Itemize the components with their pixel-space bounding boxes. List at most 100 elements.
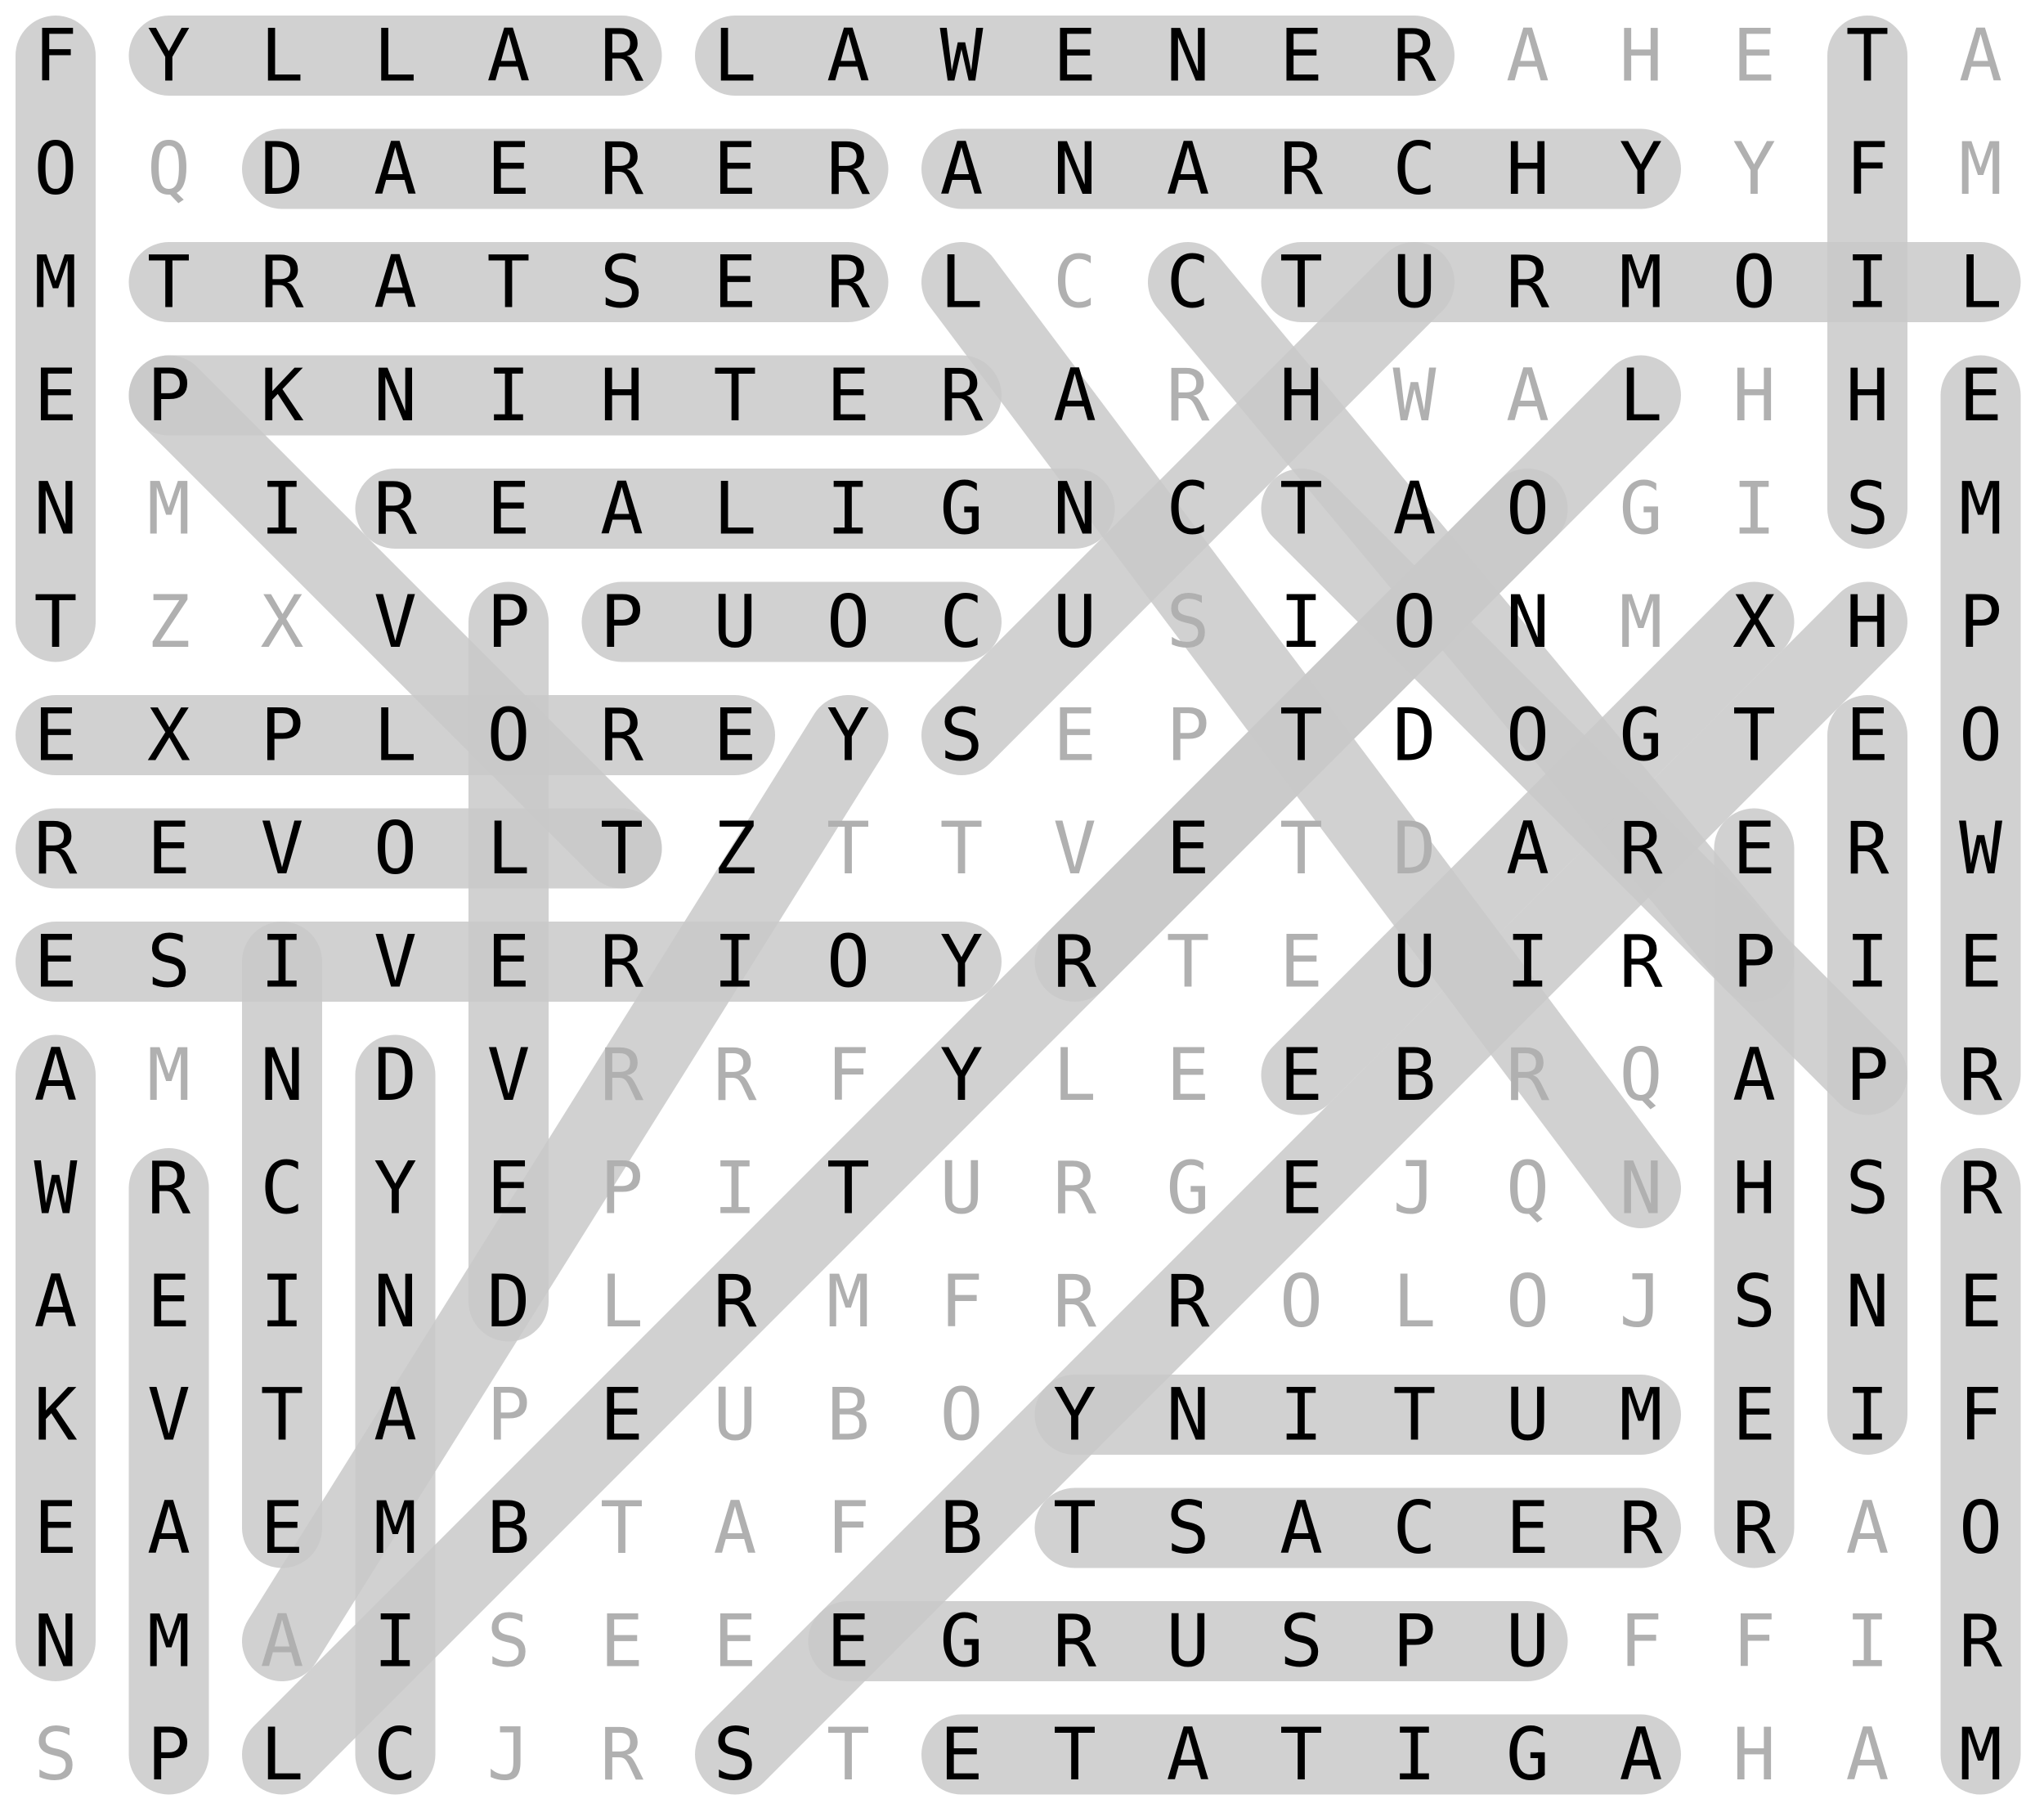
grid-letter-r12-c2: E [147, 1259, 191, 1344]
grid-letter-r15-c18: R [1959, 1599, 2002, 1684]
grid-letter-r13-c7: U [714, 1373, 757, 1457]
grid-letter-r6-c9: C [940, 580, 984, 664]
grid-letter-r8-c10: V [1053, 806, 1096, 891]
grid-letter-r5-c9: G [940, 467, 984, 551]
grid-letter-r3-c4: A [374, 240, 417, 325]
grid-letter-r2-c9: A [940, 127, 984, 211]
grid-letter-r16-c11: A [1167, 1712, 1210, 1797]
grid-letter-r2-c8: R [827, 127, 870, 211]
grid-letter-r1-c12: E [1280, 14, 1323, 98]
grid-letter-r4-c13: W [1393, 353, 1437, 437]
grid-letter-r10-c11: E [1167, 1033, 1210, 1117]
grid-letter-r13-c11: N [1167, 1373, 1210, 1457]
grid-letter-r5-c7: L [714, 467, 757, 551]
grid-letter-r1-c4: L [374, 14, 417, 98]
grid-letter-r6-c4: V [374, 580, 417, 664]
grid-letter-r16-c4: C [374, 1712, 417, 1797]
grid-letter-r7-c8: Y [827, 693, 870, 778]
grid-letter-r4-c12: H [1280, 353, 1323, 437]
grid-letter-r9-c12: E [1280, 920, 1323, 1004]
grid-letter-r9-c3: I [261, 920, 304, 1004]
grid-letter-r11-c1: W [34, 1146, 78, 1231]
grid-letter-r1-c16: E [1732, 14, 1776, 98]
grid-letter-r14-c17: A [1846, 1486, 1889, 1570]
grid-letter-r12-c12: O [1280, 1259, 1323, 1344]
grid-letter-r13-c18: F [1959, 1373, 2002, 1457]
grid-letter-r5-c6: A [600, 467, 643, 551]
grid-letter-r12-c1: A [34, 1259, 78, 1344]
grid-letter-r8-c11: E [1167, 806, 1210, 891]
grid-letter-r8-c15: R [1620, 806, 1663, 891]
grid-letter-r3-c6: S [600, 240, 643, 325]
grid-letter-r6-c14: N [1506, 580, 1549, 664]
grid-letter-r3-c8: R [827, 240, 870, 325]
grid-letter-r7-c14: O [1506, 693, 1549, 778]
grid-letter-r13-c10: Y [1053, 1373, 1096, 1457]
grid-letter-r4-c14: A [1506, 353, 1549, 437]
grid-letter-r11-c5: E [487, 1146, 531, 1231]
grid-letter-r1-c1: F [34, 14, 78, 98]
grid-letter-r2-c17: F [1846, 127, 1889, 211]
grid-letter-r11-c3: C [261, 1146, 304, 1231]
grid-letter-r4-c9: R [940, 353, 984, 437]
grid-letter-r3-c18: L [1959, 240, 2002, 325]
grid-letter-r6-c5: P [487, 580, 531, 664]
grid-letter-r8-c6: T [600, 806, 643, 891]
grid-letter-r15-c1: N [34, 1599, 78, 1684]
grid-letter-r9-c1: E [34, 920, 78, 1004]
grid-letter-r16-c17: A [1846, 1712, 1889, 1797]
grid-letter-r7-c1: E [34, 693, 78, 778]
grid-letter-r14-c14: E [1506, 1486, 1549, 1570]
grid-letter-r14-c2: A [147, 1486, 191, 1570]
grid-letter-r3-c13: U [1393, 240, 1437, 325]
grid-letter-r7-c9: S [940, 693, 984, 778]
grid-letter-r6-c2: Z [147, 580, 191, 664]
grid-letter-r3-c1: M [34, 240, 78, 325]
grid-letter-r6-c15: M [1620, 580, 1663, 664]
grid-letter-r7-c11: P [1167, 693, 1210, 778]
grid-letter-r5-c8: I [827, 467, 870, 551]
grid-letter-r11-c11: G [1167, 1146, 1210, 1231]
grid-letter-r10-c9: Y [940, 1033, 984, 1117]
grid-letter-r11-c14: Q [1506, 1146, 1549, 1231]
grid-letter-r13-c13: T [1393, 1373, 1437, 1457]
grid-letter-r14-c1: E [34, 1486, 78, 1570]
grid-letter-r8-c3: V [261, 806, 304, 891]
grid-letter-r14-c6: T [600, 1486, 643, 1570]
grid-letter-r3-c16: O [1732, 240, 1776, 325]
grid-letter-r1-c2: Y [147, 14, 191, 98]
grid-letter-r11-c15: N [1620, 1146, 1663, 1231]
grid-letter-r6-c1: T [34, 580, 78, 664]
grid-letter-r7-c5: O [487, 693, 531, 778]
grid-letter-r12-c11: R [1167, 1259, 1210, 1344]
grid-letter-r14-c10: T [1053, 1486, 1096, 1570]
grid-letter-r3-c9: L [940, 240, 984, 325]
grid-letter-r7-c17: E [1846, 693, 1889, 778]
grid-letter-r11-c8: T [827, 1146, 870, 1231]
grid-letter-r12-c10: R [1053, 1259, 1096, 1344]
grid-letter-r11-c4: Y [374, 1146, 417, 1231]
grid-letter-r11-c2: R [147, 1146, 191, 1231]
grid-letter-r12-c7: R [714, 1259, 757, 1344]
grid-letter-r6-c13: O [1393, 580, 1437, 664]
grid-letter-r5-c16: I [1732, 467, 1776, 551]
grid-letter-r3-c3: R [261, 240, 304, 325]
grid-letter-r2-c12: R [1280, 127, 1323, 211]
grid-letter-r11-c12: E [1280, 1146, 1323, 1231]
grid-letter-r13-c9: O [940, 1373, 984, 1457]
grid-letter-r1-c17: T [1846, 14, 1889, 98]
grid-letter-r9-c6: R [600, 920, 643, 1004]
grid-letter-r13-c5: P [487, 1373, 531, 1457]
grid-letter-r14-c12: A [1280, 1486, 1323, 1570]
grid-letter-r6-c16: X [1732, 580, 1776, 664]
grid-letter-r14-c18: O [1959, 1486, 2002, 1570]
grid-letter-r4-c15: L [1620, 353, 1663, 437]
grid-letter-r4-c16: H [1732, 353, 1776, 437]
grid-letter-r7-c13: D [1393, 693, 1437, 778]
grid-letter-r7-c6: R [600, 693, 643, 778]
grid-letter-r7-c2: X [147, 693, 191, 778]
grid-letter-r4-c18: E [1959, 353, 2002, 437]
grid-letter-r15-c11: U [1167, 1599, 1210, 1684]
grid-letter-r12-c18: E [1959, 1259, 2002, 1344]
grid-letter-r5-c13: A [1393, 467, 1437, 551]
